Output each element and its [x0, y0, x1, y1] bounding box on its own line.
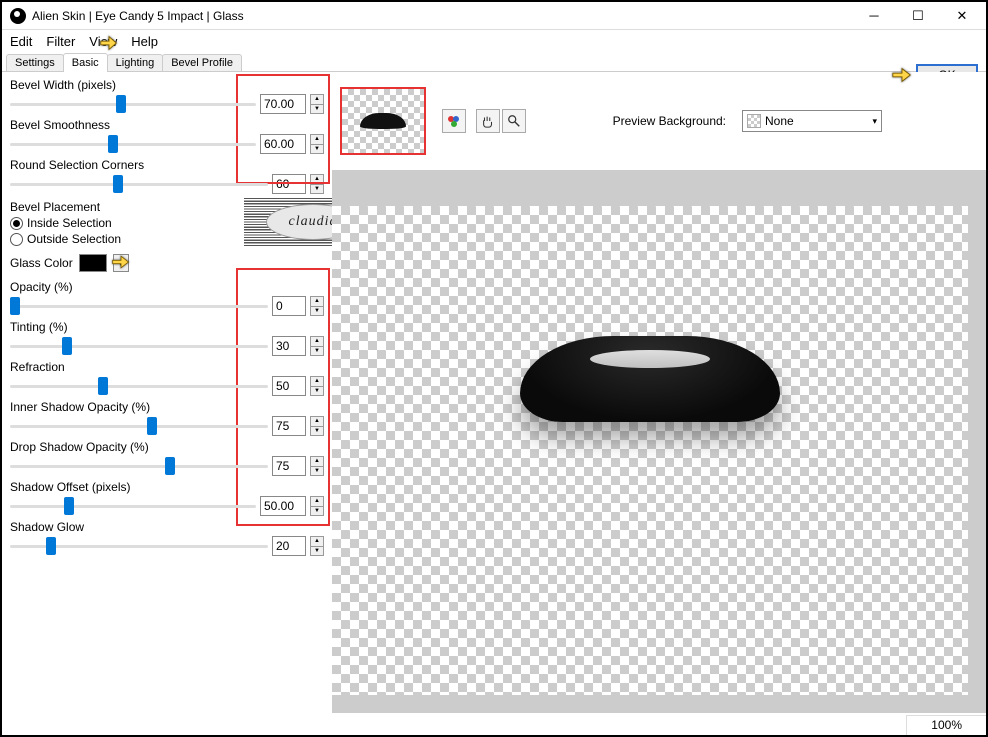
basic-panel: Bevel Width (pixels) ▲▼ Bevel Smoothness…: [2, 72, 332, 713]
pointer-hand-icon: [890, 64, 912, 86]
titlebar: Alien Skin | Eye Candy 5 Impact | Glass …: [2, 2, 986, 30]
menubar: Edit Filter View Help: [2, 30, 986, 52]
preview-canvas[interactable]: [332, 206, 986, 713]
param-inner-shadow: Inner Shadow Opacity (%) ▲▼: [10, 400, 324, 436]
rendered-shape: [520, 336, 780, 422]
slider[interactable]: [10, 425, 268, 428]
label: Shadow Glow: [10, 520, 324, 534]
spinner[interactable]: ▲▼: [310, 536, 324, 556]
param-bevel-width: Bevel Width (pixels) ▲▼: [10, 78, 324, 114]
pointer-hand-icon: [110, 252, 132, 274]
menu-edit[interactable]: Edit: [10, 34, 32, 49]
label: Shadow Offset (pixels): [10, 480, 324, 494]
param-tinting: Tinting (%) ▲▼: [10, 320, 324, 356]
glass-color-row: Glass Color ▼: [10, 254, 324, 272]
zoom-tool-button[interactable]: [502, 109, 526, 133]
color-swatch[interactable]: [79, 254, 107, 272]
label: Bevel Smoothness: [10, 118, 324, 132]
minimize-button[interactable]: ─: [852, 3, 896, 29]
param-drop-shadow: Drop Shadow Opacity (%) ▲▼: [10, 440, 324, 476]
value-input[interactable]: [272, 376, 306, 396]
value-input[interactable]: [272, 174, 306, 194]
tab-settings[interactable]: Settings: [6, 54, 64, 71]
tab-basic[interactable]: Basic: [63, 53, 108, 71]
param-opacity: Opacity (%) ▲▼: [10, 280, 324, 316]
checker-icon: [747, 114, 761, 128]
preview-bg-select[interactable]: None: [742, 110, 882, 132]
color-tool-button[interactable]: [442, 109, 466, 133]
value-input[interactable]: [260, 94, 306, 114]
value-input[interactable]: [260, 134, 306, 154]
slider[interactable]: [10, 385, 268, 388]
param-shadow-offset: Shadow Offset (pixels) ▲▼: [10, 480, 324, 516]
param-refraction: Refraction ▲▼: [10, 360, 324, 396]
slider[interactable]: [10, 183, 268, 186]
value-input[interactable]: [272, 536, 306, 556]
app-icon: [10, 8, 26, 24]
radio-icon: [10, 217, 23, 230]
value-input[interactable]: [272, 456, 306, 476]
radio-label: Outside Selection: [27, 232, 121, 246]
value-input[interactable]: [272, 336, 306, 356]
pointer-hand-icon: [98, 32, 120, 54]
preview-bg-label: Preview Background:: [613, 114, 726, 128]
maximize-button[interactable]: ☐: [896, 3, 940, 29]
spinner[interactable]: ▲▼: [310, 94, 324, 114]
separator-bar: [332, 170, 986, 206]
value-input[interactable]: [260, 496, 306, 516]
param-bevel-smoothness: Bevel Smoothness ▲▼: [10, 118, 324, 154]
zoom-status: 100%: [906, 715, 986, 735]
spinner[interactable]: ▲▼: [310, 336, 324, 356]
spinner[interactable]: ▲▼: [310, 376, 324, 396]
tab-bar: Settings Basic Lighting Bevel Profile: [2, 52, 986, 72]
label: Drop Shadow Opacity (%): [10, 440, 324, 454]
menu-filter[interactable]: Filter: [46, 34, 75, 49]
param-round-corners: Round Selection Corners ▲▼: [10, 158, 324, 194]
slider[interactable]: [10, 505, 256, 508]
label: Bevel Width (pixels): [10, 78, 324, 92]
slider[interactable]: [10, 465, 268, 468]
preview-panel: Preview Background: None: [332, 72, 986, 713]
radio-icon: [10, 233, 23, 246]
window-title: Alien Skin | Eye Candy 5 Impact | Glass: [32, 9, 852, 23]
label: Inner Shadow Opacity (%): [10, 400, 324, 414]
spinner[interactable]: ▲▼: [310, 496, 324, 516]
slider[interactable]: [10, 545, 268, 548]
pan-tool-button[interactable]: [476, 109, 500, 133]
slider[interactable]: [10, 345, 268, 348]
label: Opacity (%): [10, 280, 324, 294]
value-input[interactable]: [272, 416, 306, 436]
tab-bevel-profile[interactable]: Bevel Profile: [162, 54, 242, 71]
menu-help[interactable]: Help: [131, 34, 158, 49]
close-button[interactable]: ✕: [940, 3, 984, 29]
spinner[interactable]: ▲▼: [310, 174, 324, 194]
slider[interactable]: [10, 143, 256, 146]
spinner[interactable]: ▲▼: [310, 296, 324, 316]
preview-bg-value: None: [765, 114, 794, 128]
label: Refraction: [10, 360, 324, 374]
tab-lighting[interactable]: Lighting: [107, 54, 164, 71]
slider[interactable]: [10, 305, 268, 308]
label: Round Selection Corners: [10, 158, 324, 172]
preview-thumbnail[interactable]: [340, 87, 426, 155]
spinner[interactable]: ▲▼: [310, 416, 324, 436]
label: Tinting (%): [10, 320, 324, 334]
glass-color-label: Glass Color: [10, 256, 73, 270]
value-input[interactable]: [272, 296, 306, 316]
slider[interactable]: [10, 103, 256, 106]
param-shadow-glow: Shadow Glow ▲▼: [10, 520, 324, 556]
spinner[interactable]: ▲▼: [310, 134, 324, 154]
radio-label: Inside Selection: [27, 216, 112, 230]
spinner[interactable]: ▲▼: [310, 456, 324, 476]
